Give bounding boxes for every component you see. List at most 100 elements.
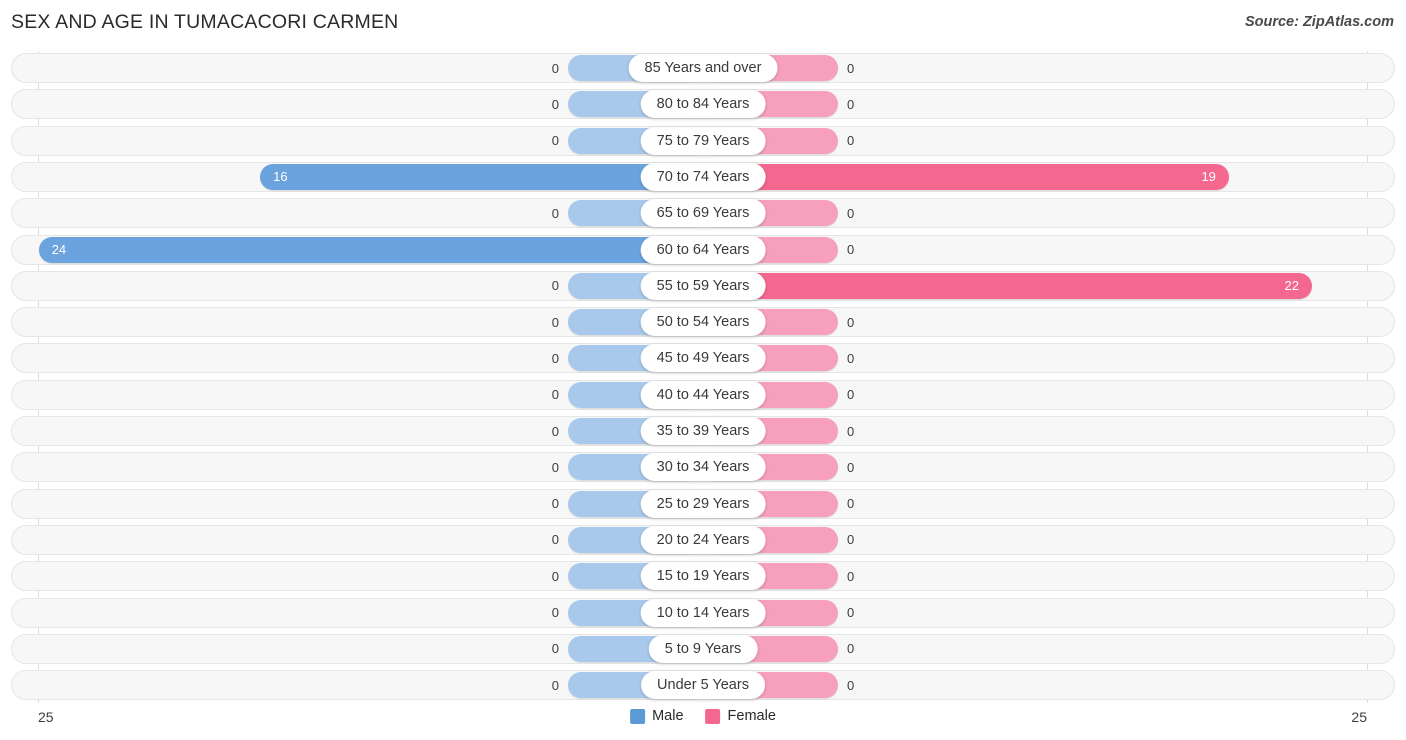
female-bar-value: 0: [847, 60, 855, 76]
age-group-label: 10 to 14 Years: [640, 598, 766, 627]
age-group-row[interactable]: 16 19 70 to 74 Years: [11, 161, 1395, 192]
female-color-swatch-icon: [705, 708, 721, 724]
age-group-row[interactable]: 0 0 80 to 84 Years: [11, 89, 1395, 120]
male-bar-value: 0: [551, 605, 559, 620]
female-half: 0: [703, 235, 1395, 265]
female-bar-value: 0: [847, 423, 855, 439]
female-half: 0: [703, 598, 1395, 628]
age-group-label: 15 to 19 Years: [640, 562, 766, 591]
male-bar[interactable]: 16: [260, 163, 703, 190]
female-half: 0: [703, 416, 1395, 446]
female-bar-value: 0: [847, 96, 855, 112]
male-half: 0: [11, 598, 703, 628]
male-half: 0: [11, 489, 703, 519]
female-bar-value: 0: [847, 605, 855, 620]
female-bar-value: 0: [847, 350, 855, 366]
female-bar-value: 0: [847, 314, 855, 330]
age-group-label: Under 5 Years: [641, 671, 765, 700]
female-bar[interactable]: 22: [703, 272, 1312, 299]
age-group-row[interactable]: 0 0 65 to 69 Years: [11, 198, 1395, 229]
female-half: 0: [703, 380, 1395, 410]
male-half: 0: [11, 271, 703, 301]
legend: Male Female: [630, 708, 776, 724]
male-half: 0: [11, 126, 703, 156]
age-group-label: 60 to 64 Years: [640, 235, 766, 264]
female-bar-value: 0: [847, 496, 855, 512]
age-group-label: 75 to 79 Years: [640, 126, 766, 155]
age-group-row[interactable]: 0 0 20 to 24 Years: [11, 524, 1395, 555]
male-half: 0: [11, 53, 703, 83]
chart-header: SEX AND AGE IN TUMACACORI CARMEN Source:…: [0, 0, 1406, 46]
age-group-row[interactable]: 0 0 40 to 44 Years: [11, 379, 1395, 410]
chart-footer: 25 Male Female 25: [0, 703, 1406, 740]
female-half: 0: [703, 126, 1395, 156]
page-title: SEX AND AGE IN TUMACACORI CARMEN: [11, 11, 399, 33]
age-group-label: 30 to 34 Years: [640, 453, 766, 482]
age-group-row[interactable]: 0 0 75 to 79 Years: [11, 125, 1395, 156]
female-half: 0: [703, 452, 1395, 482]
male-color-swatch-icon: [630, 708, 646, 724]
age-group-row[interactable]: 0 0 35 to 39 Years: [11, 416, 1395, 446]
legend-item-female[interactable]: Female: [705, 708, 776, 724]
female-bar-value: 0: [847, 641, 855, 657]
male-half: 0: [11, 343, 703, 373]
axis-tick-left: 25: [38, 709, 54, 725]
female-half: 0: [703, 89, 1395, 119]
male-bar-value: 24: [51, 242, 67, 257]
age-group-label: 80 to 84 Years: [640, 90, 766, 119]
male-half: 0: [11, 634, 703, 664]
male-bar-value: 0: [551, 205, 559, 221]
male-bar-value: 0: [551, 96, 559, 112]
legend-label-male: Male: [652, 708, 684, 724]
age-group-row[interactable]: 0 0 25 to 29 Years: [11, 488, 1395, 519]
female-bar-value: 0: [847, 568, 855, 584]
source-attribution: Source: ZipAtlas.com: [1244, 14, 1394, 30]
female-half: 0: [703, 307, 1395, 337]
age-group-label: 50 to 54 Years: [640, 308, 766, 337]
age-group-row[interactable]: 0 0 45 to 49 Years: [11, 343, 1395, 374]
age-group-label: 55 to 59 Years: [640, 271, 766, 300]
male-bar-value: 0: [551, 350, 559, 366]
female-bar-value: 0: [847, 677, 855, 693]
female-bar-value: 0: [847, 205, 855, 221]
age-group-row[interactable]: 0 22 55 to 59 Years: [11, 270, 1395, 301]
legend-item-male[interactable]: Male: [630, 708, 684, 724]
male-bar-value: 0: [551, 677, 559, 693]
age-group-row[interactable]: 24 0 60 to 64 Years: [11, 234, 1395, 265]
male-half: 0: [11, 89, 703, 119]
male-bar-value: 16: [273, 169, 288, 185]
female-half: 0: [703, 670, 1395, 700]
age-group-row[interactable]: 0 0 30 to 34 Years: [11, 452, 1395, 483]
age-group-row[interactable]: 0 0 85 Years and over: [11, 53, 1395, 83]
age-group-row[interactable]: 0 0 5 to 9 Years: [11, 633, 1395, 664]
female-bar-value: 0: [847, 532, 855, 548]
male-half: 0: [11, 307, 703, 337]
age-group-row[interactable]: 0 0 10 to 14 Years: [11, 597, 1395, 628]
legend-label-female: Female: [727, 708, 776, 724]
male-half: 0: [11, 525, 703, 555]
female-bar-value: 0: [847, 387, 855, 403]
female-half: 0: [703, 198, 1395, 228]
male-bar[interactable]: 24: [38, 236, 703, 263]
male-bar-value: 0: [551, 641, 559, 657]
female-bar[interactable]: 19: [703, 163, 1229, 190]
age-group-label: 35 to 39 Years: [640, 417, 766, 445]
age-group-label: 65 to 69 Years: [640, 199, 766, 228]
female-half: 0: [703, 525, 1395, 555]
male-half: 0: [11, 561, 703, 591]
age-group-row[interactable]: 0 0 Under 5 Years: [11, 670, 1395, 701]
age-group-row[interactable]: 0 0 15 to 19 Years: [11, 561, 1395, 592]
female-half: 0: [703, 343, 1395, 373]
male-bar-value: 0: [551, 278, 559, 294]
age-group-row[interactable]: 0 0 50 to 54 Years: [11, 307, 1395, 338]
male-half: 0: [11, 198, 703, 228]
male-half: 0: [11, 416, 703, 446]
female-half: 0: [703, 561, 1395, 591]
male-bar-value: 0: [551, 133, 559, 149]
female-half: 0: [703, 53, 1395, 83]
male-bar-value: 0: [551, 459, 559, 475]
male-bar-value: 0: [551, 496, 559, 512]
female-half: 0: [703, 489, 1395, 519]
female-bar-value: 19: [1201, 169, 1216, 185]
male-half: 0: [11, 380, 703, 410]
